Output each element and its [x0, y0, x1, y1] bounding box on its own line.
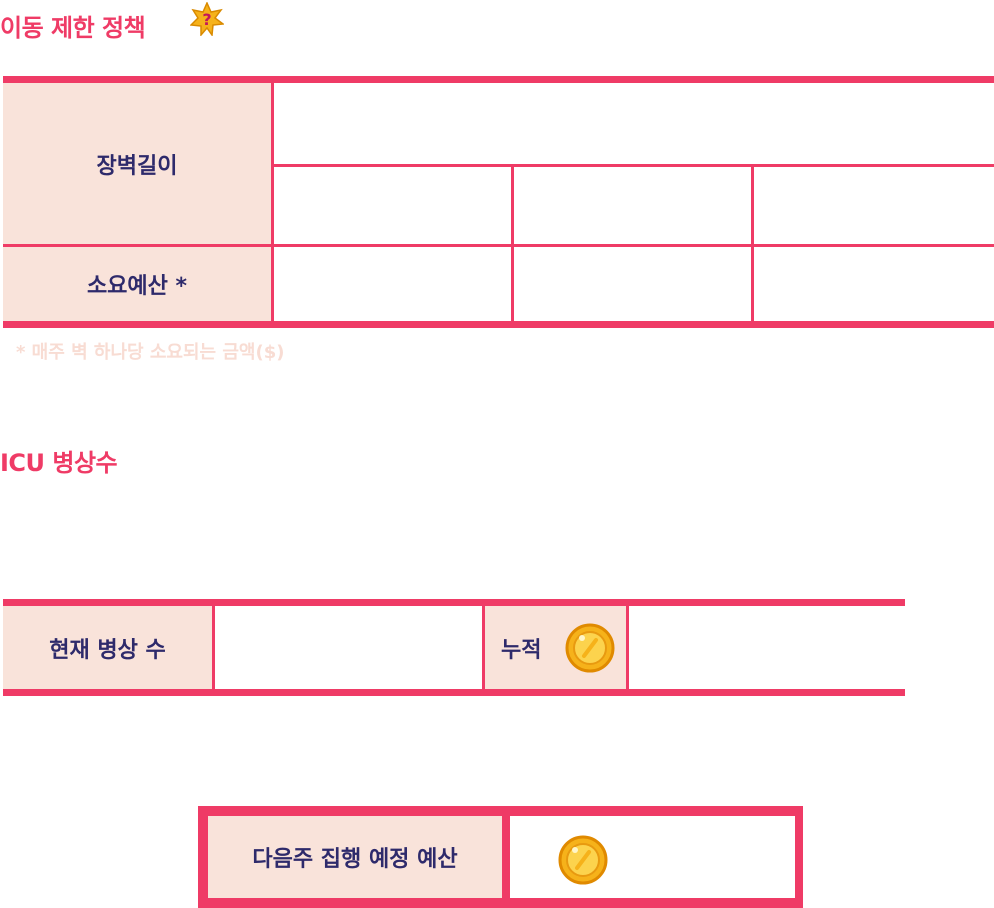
cost-label: 소요예산 * — [86, 274, 188, 299]
table-top-border — [3, 76, 994, 83]
grid-line — [271, 83, 274, 321]
icu-beds-title: ICU 병상수 — [0, 449, 118, 477]
grid-line — [3, 244, 994, 247]
wall-length-cell-1[interactable] — [274, 167, 511, 244]
next-week-budget-label-cell: 다음주 집행 예정 예산 — [208, 816, 502, 898]
next-week-budget-label: 다음주 집행 예정 예산 — [252, 847, 458, 872]
cumulative-label: 누적 — [501, 637, 542, 663]
current-beds-label: 현재 병상 수 — [49, 637, 166, 663]
coin-icon — [565, 623, 615, 673]
next-week-budget-input[interactable] — [510, 816, 795, 898]
wall-length-header-cell[interactable] — [274, 83, 994, 164]
wall-length-label-cell: 장벽길이 — [3, 83, 271, 244]
grid-line — [271, 164, 994, 167]
wall-length-cell-3[interactable] — [754, 167, 994, 244]
current-beds-label-cell: 현재 병상 수 — [3, 606, 212, 689]
grid-line — [751, 164, 754, 321]
cost-cell-2[interactable] — [514, 247, 751, 321]
next-week-budget-box: 다음주 집행 예정 예산 — [198, 806, 803, 908]
grid-line — [511, 164, 514, 321]
movement-policy-title: 이동 제한 정책 — [0, 14, 146, 42]
movement-policy-table: 장벽길이 소요예산 * — [3, 76, 994, 328]
cost-cell-1[interactable] — [274, 247, 511, 321]
table-bottom-border — [3, 689, 905, 696]
wall-length-label: 장벽길이 — [96, 153, 178, 179]
cumulative-input[interactable] — [629, 606, 905, 689]
cost-cell-3[interactable] — [754, 247, 994, 321]
cost-footnote: * 매주 벽 하나당 소요되는 금액($) — [16, 342, 285, 363]
star-question-icon[interactable]: ? — [190, 2, 224, 36]
icu-beds-table: 현재 병상 수 누적 — [3, 599, 905, 696]
svg-text:?: ? — [202, 10, 211, 29]
cost-label-cell: 소요예산 * — [3, 247, 271, 321]
coin-icon — [558, 835, 608, 885]
table-bottom-border — [3, 321, 994, 328]
table-top-border — [3, 599, 905, 606]
current-beds-input[interactable] — [215, 606, 482, 689]
wall-length-cell-2[interactable] — [514, 167, 751, 244]
